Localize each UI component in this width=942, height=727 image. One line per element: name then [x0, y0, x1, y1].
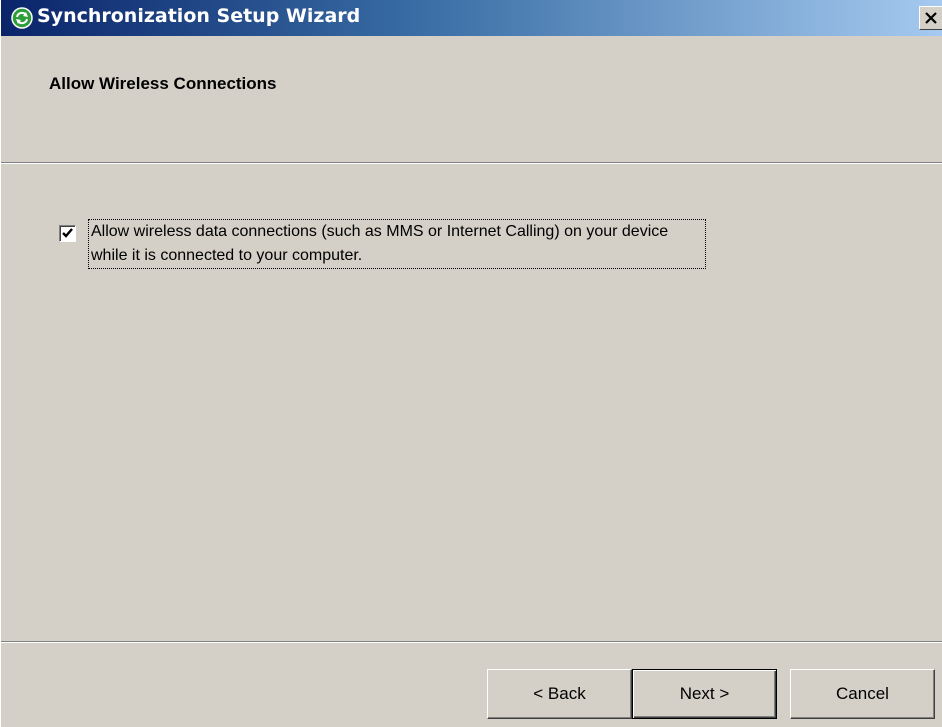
wizard-content: Allow wireless data connections (such as…	[1, 165, 942, 640]
header-divider	[1, 162, 942, 164]
allow-wireless-label[interactable]: Allow wireless data connections (such as…	[88, 219, 706, 269]
page-title: Allow Wireless Connections	[49, 74, 277, 93]
window-title: Synchronization Setup Wizard	[37, 5, 361, 27]
close-button[interactable]	[919, 6, 942, 30]
cancel-button[interactable]: Cancel	[790, 669, 935, 719]
wizard-footer: < Back Next > Cancel	[1, 644, 942, 727]
back-button[interactable]: < Back	[487, 669, 632, 719]
checkmark-icon	[62, 228, 73, 238]
close-icon	[925, 12, 937, 24]
next-button[interactable]: Next >	[632, 669, 777, 719]
sync-icon	[11, 7, 33, 29]
title-bar[interactable]: Synchronization Setup Wizard	[1, 0, 942, 36]
footer-divider	[1, 641, 942, 643]
wizard-window: Synchronization Setup Wizard Allow Wirel…	[0, 0, 942, 727]
allow-wireless-checkbox[interactable]	[59, 225, 76, 242]
wizard-header: Allow Wireless Connections	[1, 36, 942, 162]
